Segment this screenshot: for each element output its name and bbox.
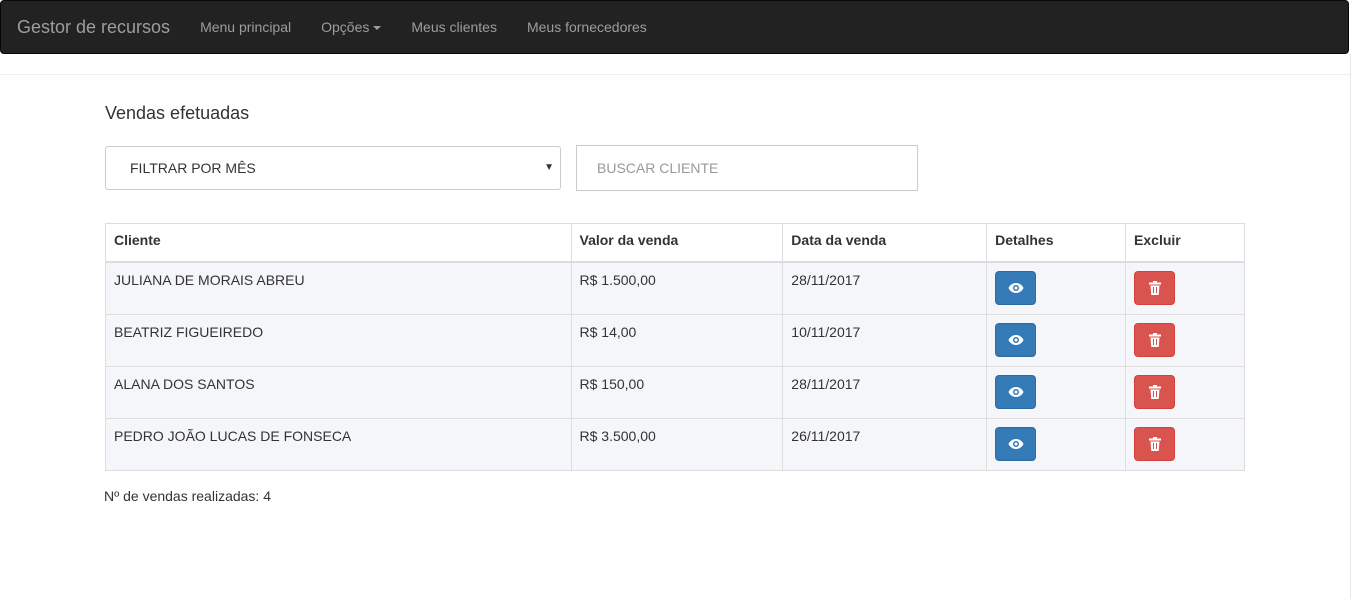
- eye-icon: [1008, 282, 1024, 293]
- page-title: Vendas efetuadas: [105, 103, 250, 123]
- cell-valor: R$ 1.500,00: [570, 261, 784, 315]
- sales-count-text: Nº de vendas realizadas: 4: [104, 488, 271, 504]
- sales-table: Cliente Valor da venda Data da venda Det…: [105, 223, 1245, 471]
- table-header-row: Cliente Valor da venda Data da venda Det…: [105, 223, 1245, 263]
- view-details-button[interactable]: [995, 374, 1037, 409]
- delete-sale-button[interactable]: [1134, 374, 1176, 409]
- nav-item-label: Meus clientes: [411, 19, 497, 35]
- delete-sale-button[interactable]: [1134, 322, 1176, 357]
- dropdown-arrow-icon: ▼: [544, 162, 554, 173]
- cell-detalhes: [986, 365, 1127, 419]
- month-filter-value: FILTRAR POR MÊS: [130, 160, 256, 176]
- nav-item-meus-fornecedores[interactable]: Meus fornecedores: [512, 1, 662, 53]
- cell-valor: R$ 150,00: [570, 365, 784, 419]
- top-navbar: Gestor de recursos Menu principal Opções…: [0, 0, 1349, 54]
- table-row: ALANA DOS SANTOS R$ 150,00 28/11/2017: [105, 365, 1245, 419]
- cell-data: 28/11/2017: [782, 261, 988, 315]
- trash-icon: [1148, 280, 1161, 295]
- delete-sale-button[interactable]: [1134, 270, 1176, 305]
- cell-excluir: [1125, 365, 1245, 419]
- column-header-detalhes: Detalhes: [986, 223, 1127, 263]
- column-header-valor: Valor da venda: [570, 223, 784, 263]
- cell-valor: R$ 3.500,00: [570, 417, 784, 471]
- cell-data: 26/11/2017: [782, 417, 988, 471]
- trash-icon: [1148, 384, 1161, 399]
- header-divider: [0, 74, 1351, 75]
- view-details-button[interactable]: [995, 426, 1037, 461]
- nav-menu: Menu principal Opções Meus clientes Meus…: [185, 1, 662, 53]
- column-header-data: Data da venda: [782, 223, 988, 263]
- nav-item-label: Meus fornecedores: [526, 19, 647, 35]
- cell-cliente: ALANA DOS SANTOS: [105, 365, 572, 419]
- caret-down-icon: [373, 26, 382, 31]
- table-row: JULIANA DE MORAIS ABREU R$ 1.500,00 28/1…: [105, 261, 1245, 315]
- cell-cliente: BEATRIZ FIGUEIREDO: [105, 313, 572, 367]
- nav-item-opcoes-dropdown[interactable]: Opções: [306, 1, 396, 53]
- eye-icon: [1008, 386, 1024, 397]
- brand-link[interactable]: Gestor de recursos: [1, 1, 185, 53]
- table-row: BEATRIZ FIGUEIREDO R$ 14,00 10/11/2017: [105, 313, 1245, 367]
- nav-item-label: Opções: [321, 19, 370, 35]
- trash-icon: [1148, 332, 1161, 347]
- column-header-cliente: Cliente: [105, 223, 572, 263]
- cell-cliente: JULIANA DE MORAIS ABREU: [105, 261, 572, 315]
- cell-data: 10/11/2017: [782, 313, 988, 367]
- view-details-button[interactable]: [995, 322, 1037, 357]
- cell-excluir: [1125, 417, 1245, 471]
- nav-item-meus-clientes[interactable]: Meus clientes: [396, 1, 512, 53]
- nav-item-label: Menu principal: [200, 19, 292, 35]
- cell-cliente: PEDRO JOÃO LUCAS DE FONSECA: [105, 417, 572, 471]
- table-row: PEDRO JOÃO LUCAS DE FONSECA R$ 3.500,00 …: [105, 417, 1245, 471]
- delete-sale-button[interactable]: [1134, 426, 1176, 461]
- client-search-input[interactable]: [576, 145, 918, 191]
- cell-data: 28/11/2017: [782, 365, 988, 419]
- cell-excluir: [1125, 313, 1245, 367]
- cell-detalhes: [986, 261, 1127, 315]
- view-details-button[interactable]: [995, 270, 1037, 305]
- trash-icon: [1148, 436, 1161, 451]
- month-filter-select[interactable]: FILTRAR POR MÊS ▼: [105, 146, 561, 190]
- nav-item-menu-principal[interactable]: Menu principal: [185, 1, 306, 53]
- cell-detalhes: [986, 417, 1127, 471]
- cell-detalhes: [986, 313, 1127, 367]
- column-header-excluir: Excluir: [1125, 223, 1245, 263]
- cell-valor: R$ 14,00: [570, 313, 784, 367]
- eye-icon: [1008, 334, 1024, 345]
- eye-icon: [1008, 438, 1024, 449]
- cell-excluir: [1125, 261, 1245, 315]
